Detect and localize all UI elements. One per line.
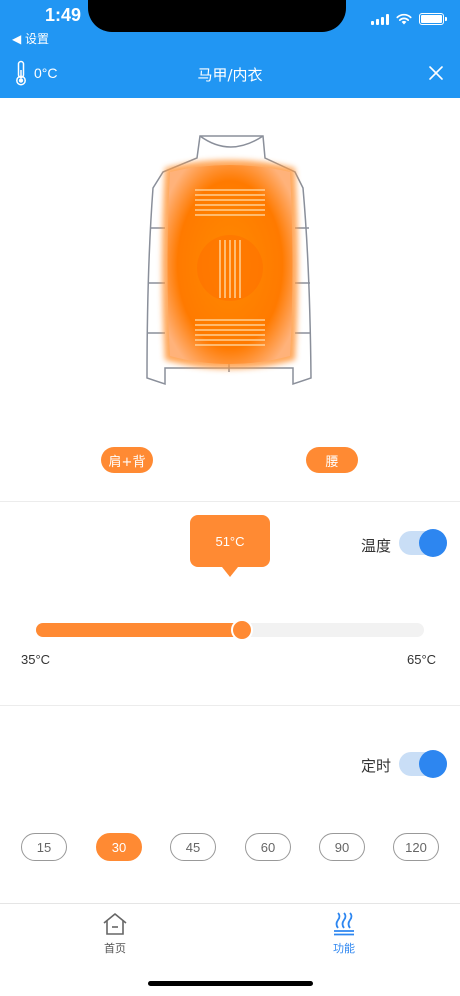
- heat-waves-icon: [334, 912, 354, 936]
- timer-toggle[interactable]: [399, 750, 447, 778]
- zone-waist-button[interactable]: 腰: [306, 447, 358, 473]
- timer-option-15[interactable]: 15: [21, 833, 67, 861]
- zone-shoulder-back-button[interactable]: 肩+背: [101, 447, 153, 473]
- temperature-min-label: 35°C: [21, 652, 51, 667]
- timer-option-45[interactable]: 45: [170, 833, 216, 861]
- temperature-slider[interactable]: [36, 619, 424, 641]
- tab-home-label: 首页: [104, 942, 126, 955]
- header-bar: 1:49 ◀ 设置 0°C 马甲/内衣: [0, 0, 460, 98]
- timer-option-120[interactable]: 120: [393, 833, 439, 861]
- temperature-toggle-knob: [419, 529, 447, 557]
- timer-option-60[interactable]: 60: [245, 833, 291, 861]
- vest-heating-illustration: [146, 135, 312, 386]
- page-title: 马甲/内衣: [197, 66, 263, 84]
- tab-functions[interactable]: 功能: [304, 912, 384, 956]
- tab-functions-label: 功能: [333, 942, 355, 955]
- tab-home[interactable]: 首页: [75, 912, 155, 956]
- timer-toggle-label: 定时: [361, 757, 392, 775]
- close-icon[interactable]: [428, 65, 444, 81]
- device-notch: [88, 0, 346, 32]
- battery-icon: [419, 13, 447, 25]
- temperature-value-tooltip: 51°C: [190, 515, 270, 577]
- section-divider: [0, 501, 460, 502]
- timer-option-90[interactable]: 90: [319, 833, 365, 861]
- temperature-toggle[interactable]: [399, 529, 447, 557]
- status-time: 1:49: [45, 5, 82, 25]
- timer-option-30[interactable]: 30: [96, 833, 142, 861]
- slider-thumb[interactable]: [230, 619, 253, 641]
- slider-fill: [36, 623, 242, 637]
- cellular-signal-icon: [371, 13, 389, 25]
- timer-toggle-knob: [419, 750, 447, 778]
- temperature-toggle-label: 温度: [361, 537, 392, 555]
- section-divider: [0, 705, 460, 706]
- back-to-settings-link[interactable]: ◀ 设置: [12, 30, 49, 47]
- status-icons: [371, 13, 447, 25]
- temperature-max-label: 65°C: [407, 652, 437, 667]
- wifi-icon: [396, 13, 412, 25]
- home-indicator: [148, 981, 313, 986]
- home-icon: [103, 913, 127, 935]
